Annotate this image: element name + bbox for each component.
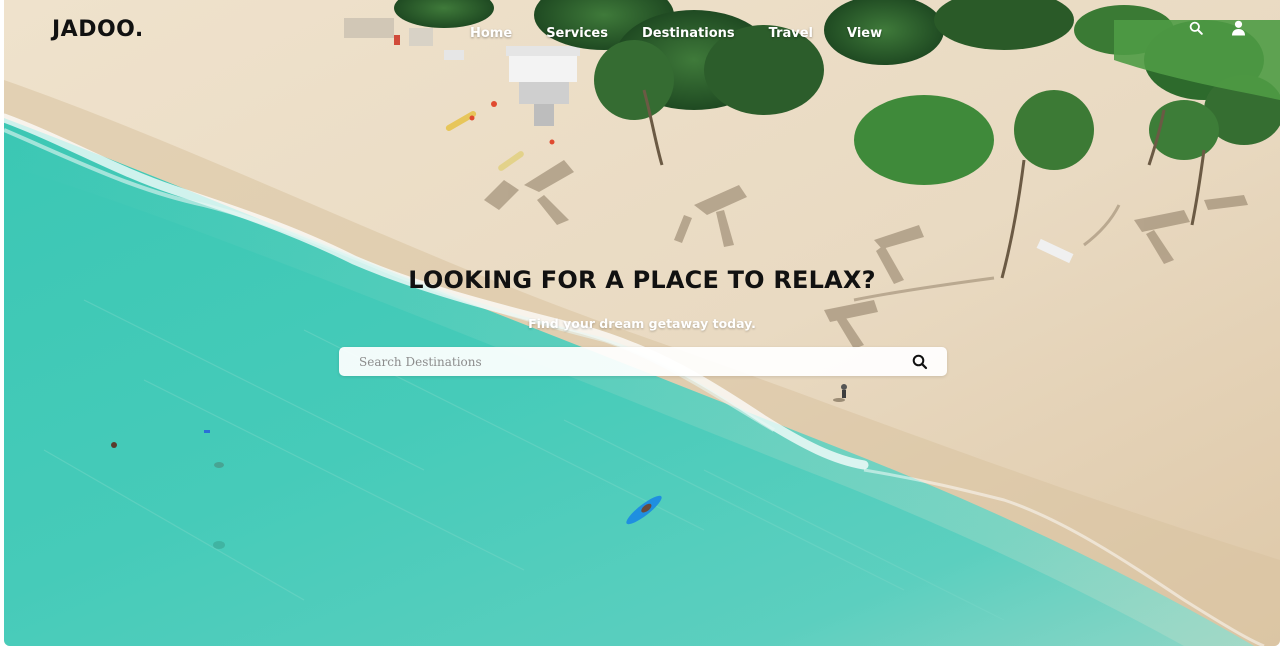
nav-links: Home Services Destinations Travel View <box>470 22 882 41</box>
search-icon <box>912 354 928 370</box>
user-icon-graphic <box>1231 20 1245 36</box>
nav-item-destinations: Destinations <box>642 22 735 41</box>
hero-title: LOOKING FOR A PLACE TO RELAX? <box>408 266 876 294</box>
search-button[interactable] <box>911 353 929 371</box>
nav-link-services[interactable]: Services <box>546 26 608 41</box>
nav-link-view[interactable]: View <box>847 26 882 41</box>
nav-item-view: View <box>847 22 882 41</box>
navbar: JADOO. Home Services Destinations Travel… <box>4 0 1280 60</box>
brand-logo[interactable]: JADOO. <box>52 17 144 42</box>
nav-link-travel[interactable]: Travel <box>769 26 813 41</box>
search-icon[interactable] <box>1188 20 1204 36</box>
nav-icons <box>1188 20 1246 36</box>
hero-content: LOOKING FOR A PLACE TO RELAX? Find your … <box>4 266 1280 331</box>
nav-link-home[interactable]: Home <box>470 26 512 41</box>
nav-item-services: Services <box>546 22 608 41</box>
hero-subtitle: Find your dream getaway today. <box>528 316 756 331</box>
search-bar <box>339 347 947 376</box>
nav-item-home: Home <box>470 22 512 41</box>
search-icon-graphic <box>1189 21 1203 35</box>
nav-item-travel: Travel <box>769 22 813 41</box>
user-icon[interactable] <box>1230 20 1246 36</box>
nav-link-destinations[interactable]: Destinations <box>642 26 735 41</box>
search-input[interactable] <box>359 347 899 376</box>
hero-section: JADOO. Home Services Destinations Travel… <box>4 0 1280 646</box>
